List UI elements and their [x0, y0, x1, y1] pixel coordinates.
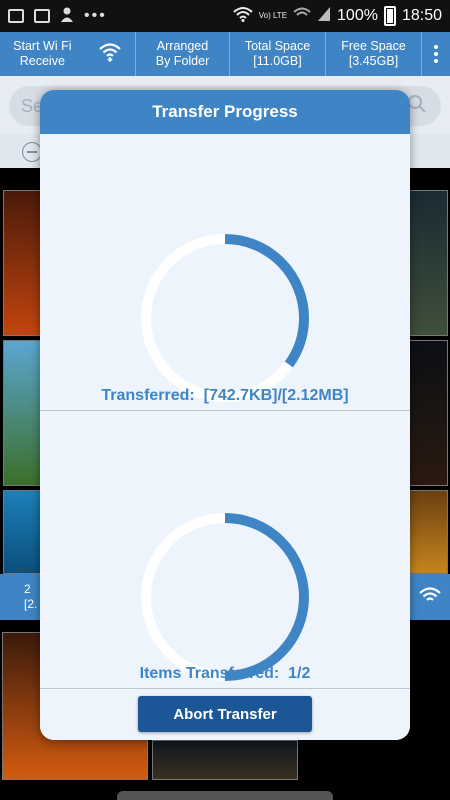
- signal-icon: [317, 6, 331, 27]
- divider: [40, 410, 410, 411]
- status-left: •••: [8, 6, 107, 27]
- items-progress-ring: [141, 513, 309, 681]
- arranged-label-line1: Arranged: [156, 39, 209, 53]
- start-wifi-label-line2: Receive: [19, 54, 65, 68]
- volte-label: Vo) LTE: [258, 11, 288, 20]
- total-space-info: Total Space [11.0GB]: [230, 32, 326, 76]
- collapse-icon[interactable]: [22, 142, 42, 162]
- start-wifi-label: Start Wi Fi Receive: [13, 39, 71, 69]
- toolbar: Start Wi Fi Receive Arranged By Folder T…: [0, 32, 450, 76]
- overflow-menu-button[interactable]: [422, 32, 450, 76]
- wifi-status-icon: [233, 6, 253, 27]
- bytes-transferred-label: Transferred: [742.7KB]/[2.12MB]: [40, 387, 410, 405]
- total-space-label: Total Space: [244, 39, 311, 53]
- wifi-icon: [98, 42, 122, 66]
- gallery-icon: [8, 9, 24, 23]
- screen: ••• Vo) LTE 100% 18:50 Start Wi Fi Recei…: [0, 0, 450, 800]
- person-icon: [60, 6, 74, 27]
- items-label: Items Transferred:: [139, 665, 280, 682]
- dialog-title: Transfer Progress: [40, 90, 410, 134]
- photo-thumbnail[interactable]: [3, 490, 43, 574]
- folder-bar-text: 2 [2.: [24, 582, 37, 612]
- free-space-label: Free Space: [341, 39, 406, 53]
- total-space-value: [11.0GB]: [253, 54, 302, 68]
- photo-thumbnail[interactable]: [408, 490, 448, 574]
- free-space-info: Free Space [3.45GB]: [326, 32, 422, 76]
- photo-thumbnail[interactable]: [3, 340, 43, 486]
- outlook-icon: [34, 9, 50, 23]
- battery-icon: [383, 6, 396, 26]
- items-value: 1/2: [288, 665, 311, 682]
- bytes-progress-ring: [141, 234, 309, 402]
- abort-transfer-button[interactable]: Abort Transfer: [138, 696, 312, 732]
- transferred-value: [742.7KB]/[2.12MB]: [203, 387, 349, 404]
- start-wifi-label-line1: Start Wi Fi: [13, 39, 72, 53]
- photo-thumbnail[interactable]: [408, 340, 448, 486]
- more-vertical-icon: [434, 45, 438, 63]
- arranged-by-folder-button[interactable]: Arranged By Folder: [136, 32, 230, 76]
- arranged-label-line2: By Folder: [155, 54, 210, 68]
- transferred-label: Transferred:: [101, 387, 195, 404]
- status-right: Vo) LTE 100% 18:50: [233, 6, 442, 27]
- clock: 18:50: [401, 7, 442, 24]
- free-space-value: [3.45GB]: [348, 54, 399, 68]
- photo-thumbnail[interactable]: [152, 740, 298, 780]
- photo-thumbnail[interactable]: [408, 190, 448, 336]
- more-notifications-icon: •••: [84, 7, 107, 24]
- photo-thumbnail[interactable]: [3, 190, 43, 336]
- search-icon: [407, 94, 427, 119]
- folder-bar-line1: 2: [24, 582, 31, 596]
- battery-percent: 100%: [337, 7, 378, 24]
- home-indicator[interactable]: [117, 791, 333, 800]
- dialog-body: Transferred: [742.7KB]/[2.12MB] Items Tr…: [40, 134, 410, 740]
- folder-bar-line2: [2.: [24, 597, 38, 611]
- divider: [40, 688, 410, 689]
- wifi-icon: [418, 586, 442, 609]
- start-wifi-receive-button[interactable]: Start Wi Fi Receive: [0, 32, 136, 76]
- wifi-calling-icon: [293, 7, 311, 26]
- items-transferred-label: Items Transferred: 1/2: [40, 665, 410, 683]
- status-bar: ••• Vo) LTE 100% 18:50: [0, 0, 450, 32]
- transfer-progress-dialog: Transfer Progress Transferred: [742.7KB]…: [40, 90, 410, 740]
